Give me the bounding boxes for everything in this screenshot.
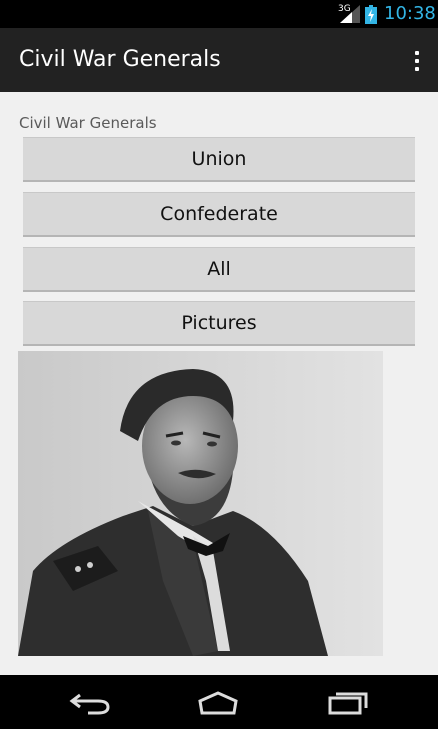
union-button[interactable]: Union — [23, 137, 415, 182]
overflow-menu-icon[interactable] — [404, 46, 430, 76]
status-bar: 3G 10:38 — [0, 0, 438, 28]
back-icon[interactable] — [68, 689, 112, 715]
clock: 10:38 — [384, 3, 436, 24]
section-heading: Civil War Generals — [19, 114, 157, 132]
action-bar: Civil War Generals — [0, 28, 438, 92]
general-portrait-image — [18, 351, 383, 656]
all-button[interactable]: All — [23, 247, 415, 292]
app-title: Civil War Generals — [19, 47, 221, 72]
main-content: Civil War Generals Union Confederate All… — [0, 92, 438, 675]
home-icon[interactable] — [196, 689, 240, 715]
navigation-bar — [0, 675, 438, 729]
recents-icon[interactable] — [326, 689, 370, 715]
pictures-button[interactable]: Pictures — [23, 301, 415, 346]
battery-charging-icon — [365, 5, 377, 24]
signal-icon — [340, 5, 360, 23]
confederate-button[interactable]: Confederate — [23, 192, 415, 237]
